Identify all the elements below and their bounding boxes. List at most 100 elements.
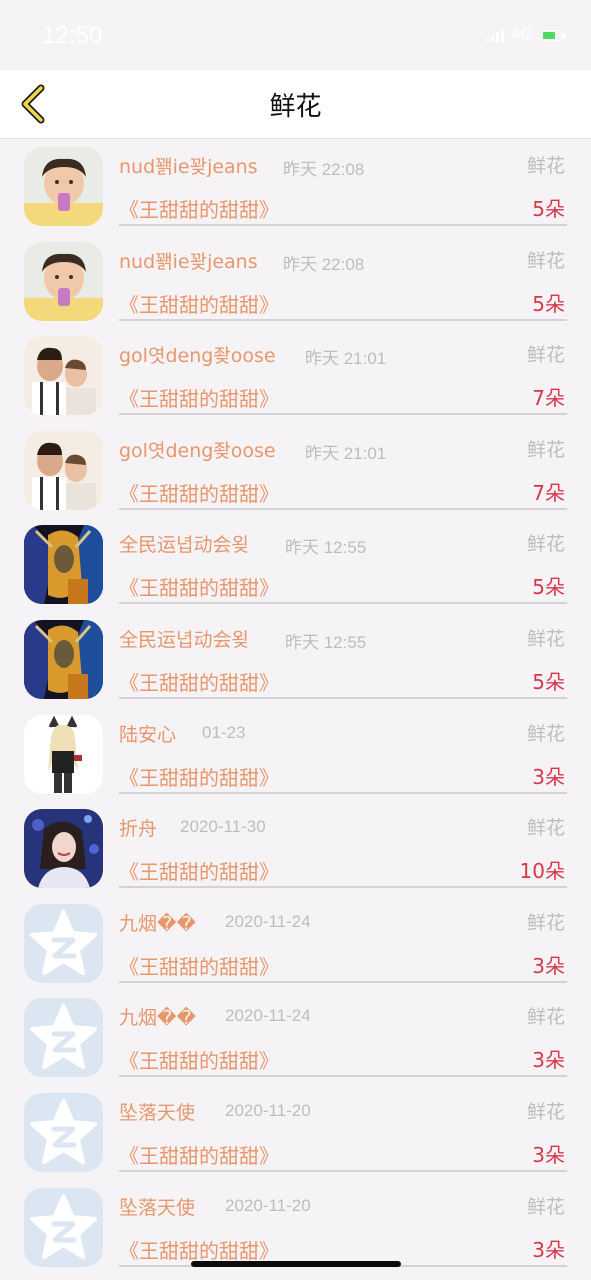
divider (119, 1169, 567, 1172)
list-item[interactable]: 九烟�� 2020-11-24 鲜花 《王甜甜的甜甜》 3朵 (0, 896, 591, 991)
sender-name: 坠落天使 (119, 1196, 196, 1219)
navigation-bar: 鲜花 (0, 70, 591, 139)
avatar[interactable] (24, 430, 103, 510)
list-item[interactable]: 坠落天使 2020-11-20 鲜花 《王甜甜的甜甜》 3朵 (0, 1085, 591, 1180)
divider (119, 886, 567, 889)
divider (119, 980, 567, 983)
list-item[interactable]: 折舟 2020-11-30 鲜花《王甜甜的甜甜》 10朵 (0, 801, 591, 896)
book-title[interactable]: 《王甜甜的甜甜》 (119, 1140, 279, 1169)
gift-time: 2020-11-24 (225, 1006, 311, 1026)
gift-type: 鲜花 (526, 1100, 565, 1123)
divider (119, 696, 567, 699)
gift-time: 01-23 (202, 722, 246, 742)
avatar[interactable] (24, 809, 103, 889)
list-item[interactable]: 坠落天使 2020-11-20 鲜花《王甜甜的甜甜》 3朵 (0, 1180, 591, 1275)
gift-time: 昨天 12:55 (285, 538, 367, 558)
sender-name: 九烟�� (119, 1007, 196, 1030)
avatar[interactable] (24, 998, 103, 1078)
default-star-avatar-image (24, 903, 103, 983)
status-time: 12:50 (42, 22, 103, 49)
avatar[interactable] (24, 147, 103, 226)
divider (119, 224, 567, 226)
sender-name: 折舟 (119, 818, 158, 841)
divider (119, 318, 567, 321)
sender-name: nud꽭ie꽞jeans (119, 156, 258, 178)
list-item[interactable]: gol엿deng좢oose 昨天 21:01 鲜花 《王甜甜的甜甜》 7朵 (0, 423, 591, 518)
gift-time: 2020-11-20 (225, 1195, 311, 1215)
game-character-avatar-image (24, 619, 103, 699)
book-title[interactable]: 《王甜甜的甜甜》 (119, 1045, 279, 1074)
gift-count: 7朵 (532, 386, 565, 411)
sender-name: 九烟�� (119, 912, 196, 935)
avatar[interactable] (24, 1092, 103, 1172)
gift-count: 5朵 (532, 575, 565, 600)
avatar[interactable] (24, 619, 103, 699)
book-title[interactable]: 《王甜甜的甜甜》 (119, 951, 279, 980)
avatar[interactable] (24, 903, 103, 983)
boy-avatar-image (24, 147, 103, 226)
gift-time: 2020-11-30 (180, 817, 266, 837)
sender-name: gol엿deng좢oose (119, 345, 276, 368)
sender-name: 坠落天使 (119, 1101, 196, 1124)
list-item[interactable]: 九烟�� 2020-11-24 鲜花《王甜甜的甜甜》 3朵 (0, 990, 591, 1085)
family-avatar-image (24, 430, 103, 510)
gift-type: 鲜花 (526, 1006, 565, 1029)
default-star-avatar-image (24, 998, 103, 1078)
gift-count: 3朵 (532, 1048, 565, 1073)
book-title[interactable]: 《王甜甜的甜甜》 (119, 856, 279, 885)
signal-icon (485, 28, 504, 42)
book-title[interactable]: 《王甜甜的甜甜》 (119, 667, 279, 696)
list-item[interactable]: 全民运녑动会욎 昨天 12:55 鲜花 《王甜甜的甜甜》 5朵 (0, 517, 591, 612)
list-item[interactable]: nud꽭ie꽞jeans 昨天 22:08 鲜花 《王甜甜的甜甜》 5朵 (0, 139, 591, 234)
gift-time: 2020-11-20 (225, 1100, 311, 1120)
singer-avatar-image (24, 809, 103, 889)
sender-name: nud꽭ie꽞jeans (119, 250, 258, 273)
battery-icon (541, 29, 566, 41)
gift-type: 鲜花 (526, 1195, 565, 1218)
gift-count: 3朵 (532, 1237, 565, 1262)
gift-type: 鲜花 (526, 911, 565, 934)
book-title[interactable]: 《王甜甜的甜甜》 (119, 194, 279, 223)
list-item[interactable]: gol엿deng좢oose 昨天 21:01 鲜花 《王甜甜的甜甜》 7朵 (0, 328, 591, 423)
gift-time: 昨天 22:08 (283, 254, 365, 274)
sender-name: 全民运녑动会욎 (119, 534, 249, 557)
gift-type: 鲜花 (526, 627, 565, 650)
status-bar: 12:50 4G (0, 0, 591, 70)
book-title[interactable]: 《王甜甜的甜甜》 (119, 1235, 279, 1264)
gift-count: 5朵 (532, 197, 565, 221)
divider (119, 791, 567, 794)
family-avatar-image (24, 336, 103, 416)
list-item[interactable]: nud꽭ie꽞jeans 昨天 22:08 鲜花《王甜甜的甜甜》 5朵 (0, 234, 591, 329)
gift-time: 昨天 21:01 (305, 349, 387, 369)
gift-time: 昨天 22:08 (283, 160, 365, 179)
gift-type: 鲜花 (526, 817, 565, 840)
sender-name: 陆安心 (119, 723, 177, 746)
divider (119, 413, 567, 416)
list-item[interactable]: 全民运녑动会욎 昨天 12:55 鲜花 《王甜甜的甜甜》 5朵 (0, 612, 591, 707)
gift-type: 鲜花 (526, 438, 565, 461)
divider (119, 1075, 567, 1078)
divider (119, 602, 567, 605)
gift-count: 5朵 (532, 291, 565, 316)
book-title[interactable]: 《王甜甜的甜甜》 (119, 572, 279, 601)
avatar[interactable] (24, 1187, 103, 1267)
avatar[interactable] (24, 714, 103, 794)
flower-gift-list: nud꽭ie꽞jeans 昨天 22:08 鲜花 《王甜甜的甜甜》 5朵 nud꽭ie꽞j… (0, 139, 591, 1274)
gift-time: 2020-11-24 (225, 911, 311, 931)
list-item[interactable]: 陆安心 01-23 鲜花 《王甜甜的甜甜》 3朵 (0, 707, 591, 802)
book-title[interactable]: 《王甜甜的甜甜》 (119, 289, 279, 318)
avatar[interactable] (24, 241, 103, 321)
book-title[interactable]: 《王甜甜的甜甜》 (119, 383, 279, 412)
gift-count: 7朵 (532, 480, 565, 505)
default-star-avatar-image (24, 1187, 103, 1267)
gift-count: 3朵 (532, 764, 565, 789)
avatar[interactable] (24, 525, 103, 605)
book-title[interactable]: 《王甜甜的甜甜》 (119, 762, 279, 791)
gift-count: 10朵 (519, 859, 565, 884)
book-title[interactable]: 《王甜甜的甜甜》 (119, 478, 279, 507)
avatar[interactable] (24, 336, 103, 416)
status-indicators: 4G (485, 26, 566, 44)
network-type: 4G (511, 26, 533, 43)
home-indicator (191, 1261, 401, 1267)
gift-type: 鲜花 (526, 249, 565, 272)
